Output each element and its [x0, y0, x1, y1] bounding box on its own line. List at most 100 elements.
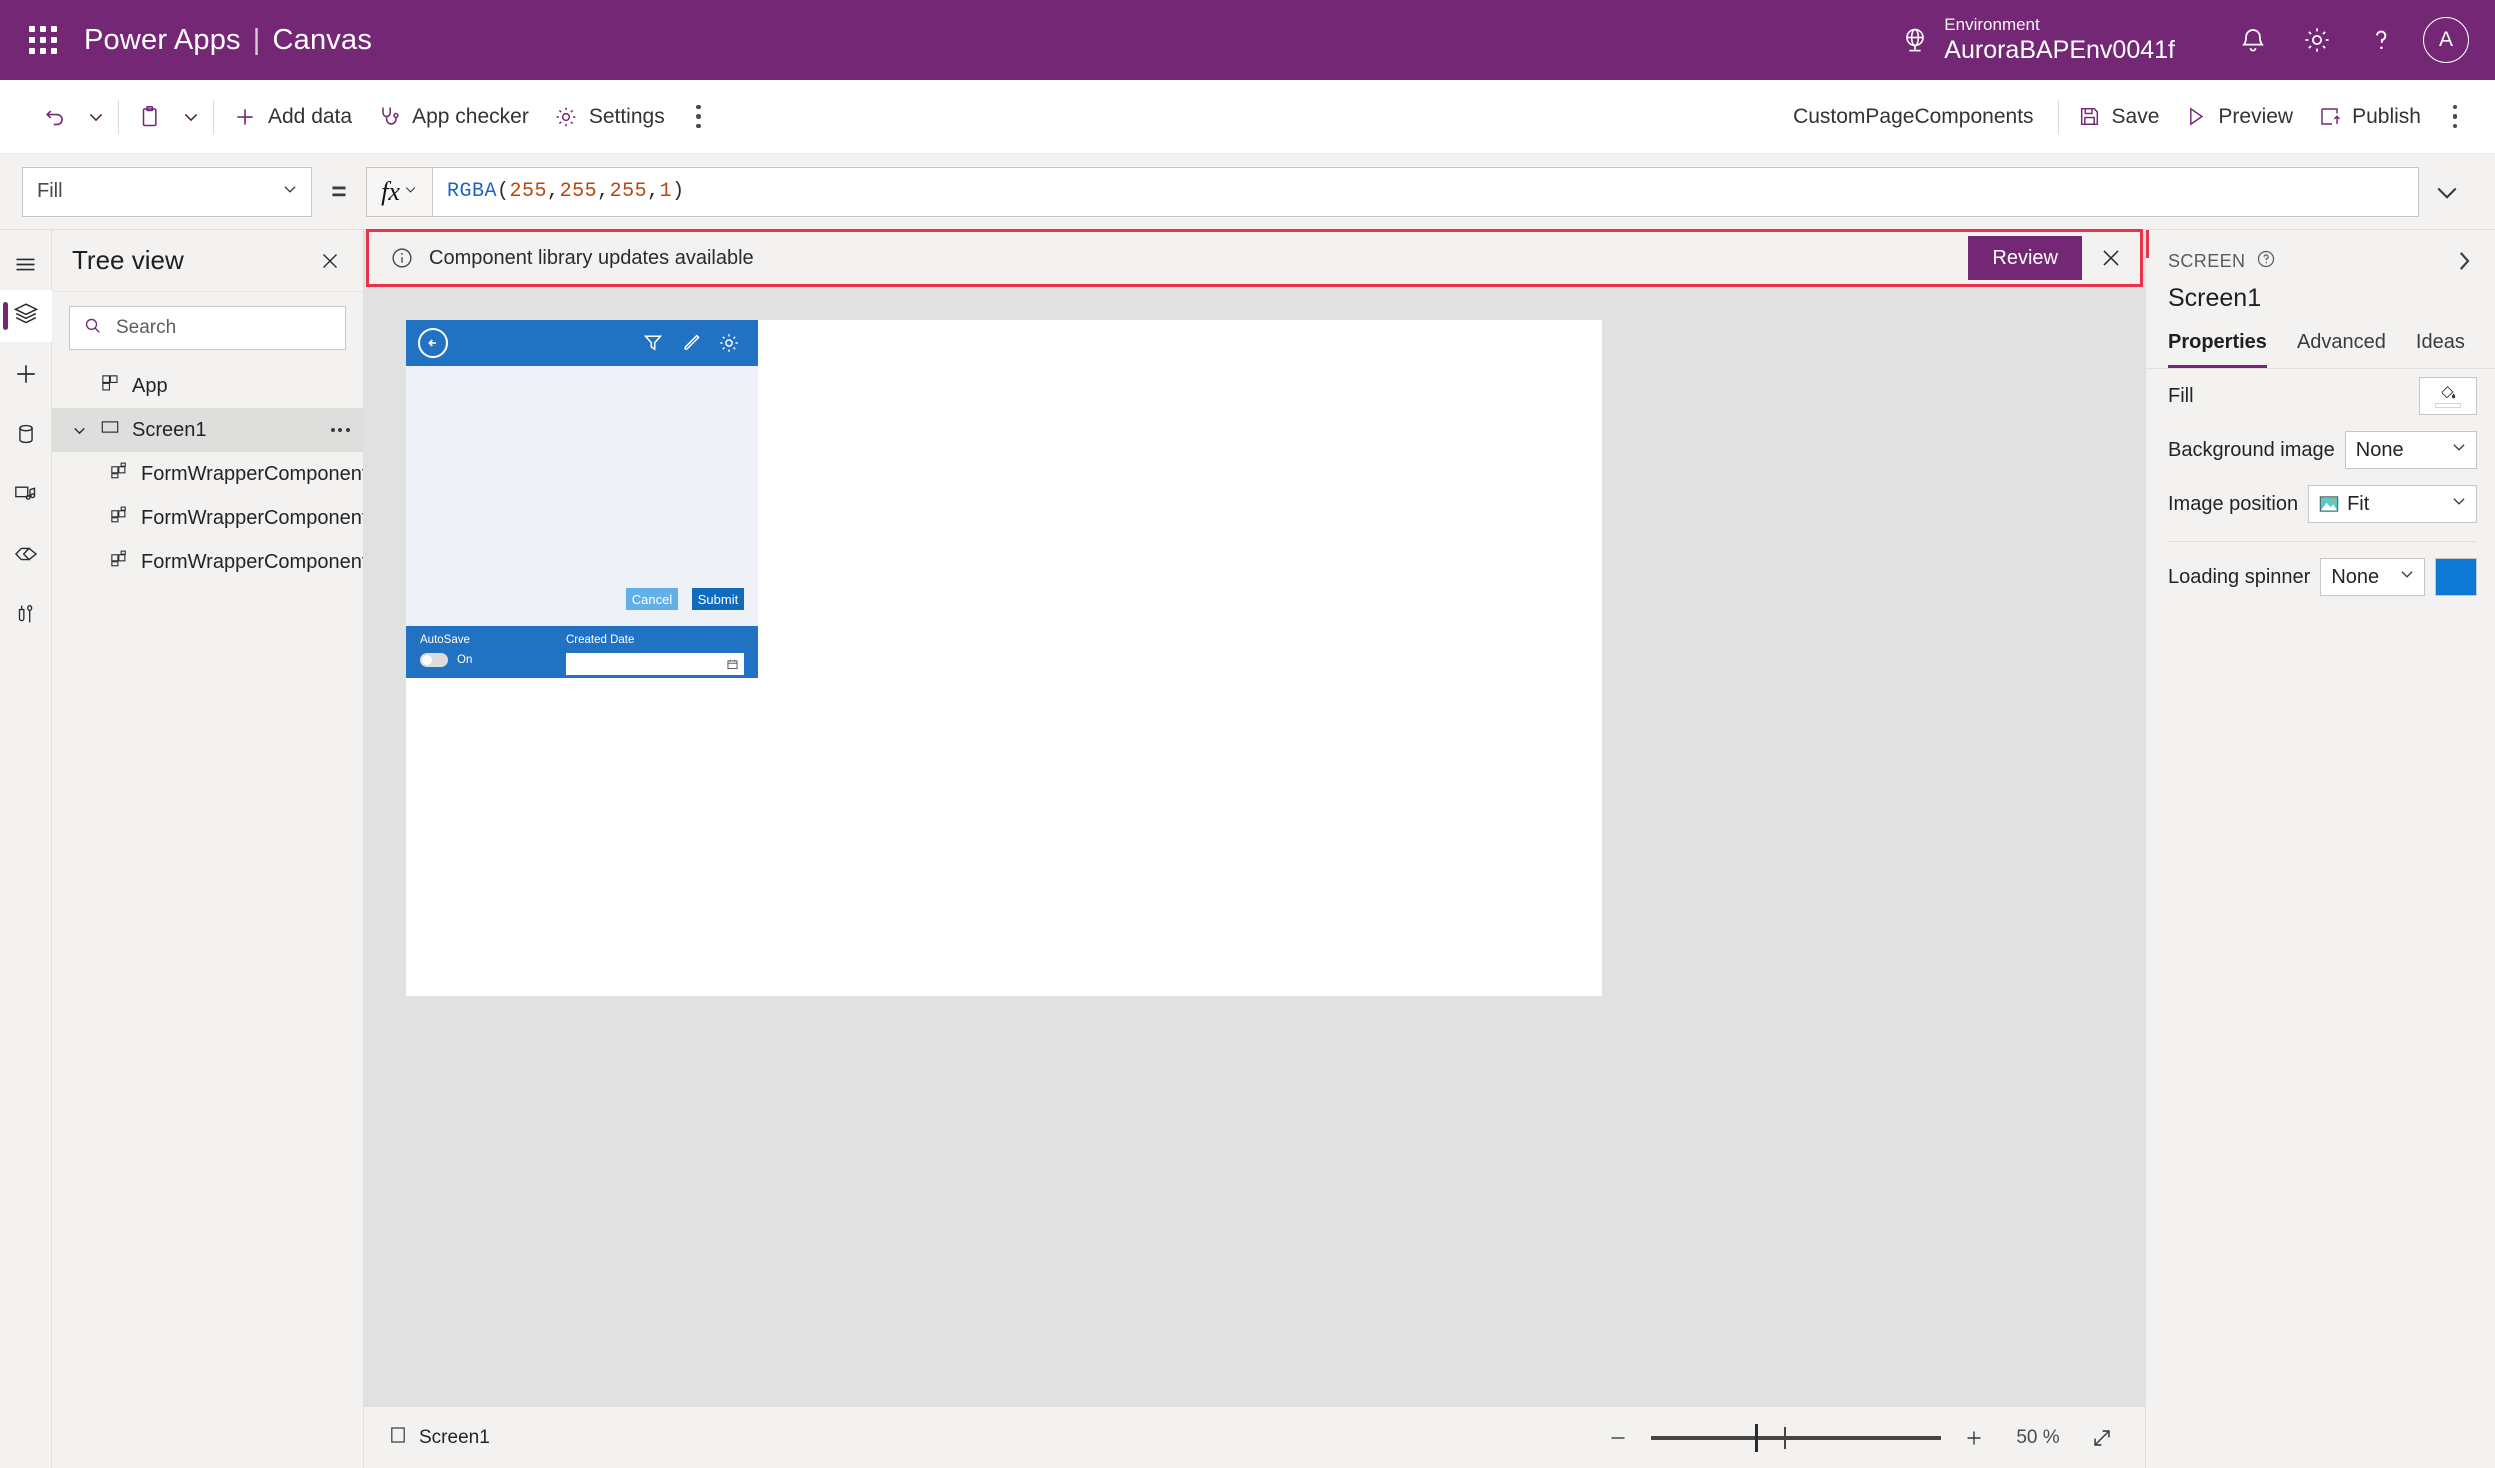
filter-icon[interactable] — [634, 324, 672, 362]
screen-preview[interactable]: Cancel Submit AutoSave On Created Date — [406, 320, 758, 678]
tab-advanced[interactable]: Advanced — [2297, 331, 2386, 368]
canvas-area: Component library updates available Revi… — [364, 229, 2145, 1468]
settings-gear-icon[interactable] — [710, 324, 748, 362]
tree-item-label: FormWrapperComponent_2 — [141, 506, 363, 529]
settings-button[interactable]: Settings — [541, 91, 677, 143]
hamburger-menu-icon[interactable] — [0, 238, 52, 290]
undo-button[interactable] — [30, 91, 80, 143]
formula-open-paren: ( — [497, 180, 510, 203]
add-data-button[interactable]: Add data — [220, 91, 364, 143]
publish-button[interactable]: Publish — [2305, 91, 2433, 143]
tree-item-formwrappercomponent-2[interactable]: FormWrapperComponent_2 — [52, 496, 363, 540]
autosave-toggle[interactable] — [420, 653, 448, 667]
back-arrow-circle-icon[interactable] — [418, 328, 448, 358]
tools-icon — [13, 601, 39, 632]
banner-close-icon[interactable] — [2082, 232, 2140, 284]
image-position-select[interactable]: Fit — [2308, 485, 2477, 523]
zoom-slider-handle[interactable] — [1755, 1423, 1759, 1452]
search-box[interactable] — [69, 306, 346, 350]
formula-arg-1: 255 — [509, 180, 548, 203]
review-button[interactable]: Review — [1968, 236, 2082, 280]
tree-list: App Screen1 FormWrapperComponen FormWrap… — [52, 360, 363, 1468]
tree-item-formwrappercomponent-3[interactable]: FormWrapperComponent_3 — [52, 540, 363, 584]
screen-icon — [99, 416, 121, 444]
fx-label: fx — [381, 176, 400, 206]
help-question-icon[interactable] — [2349, 8, 2413, 72]
app-canvas[interactable]: Cancel Submit AutoSave On Created Date — [406, 320, 1602, 996]
created-date-input[interactable] — [566, 653, 744, 675]
tree-item-label: FormWrapperComponent_1 — [141, 462, 363, 485]
formula-function-name: RGBA — [447, 180, 498, 203]
autosave-label: AutoSave — [420, 634, 470, 646]
formula-expand-button[interactable] — [2419, 167, 2475, 217]
pencil-edit-icon[interactable] — [672, 324, 710, 362]
rail-item-tools[interactable] — [0, 590, 52, 642]
help-circle-icon[interactable] — [2255, 248, 2277, 275]
tree-item-app[interactable]: App — [52, 364, 363, 408]
background-image-value: None — [2355, 438, 2404, 461]
rail-item-power-automate[interactable] — [0, 530, 52, 582]
tree-item-formwrappercomponent-1[interactable]: FormWrapperComponent_1 — [52, 452, 363, 496]
tree-view-layers-icon — [12, 300, 40, 333]
property-selector[interactable]: Fill — [22, 166, 312, 217]
plus-icon — [232, 104, 258, 130]
rail-item-insert[interactable] — [0, 350, 52, 402]
background-image-select[interactable]: None — [2344, 431, 2477, 469]
tab-ideas[interactable]: Ideas — [2416, 331, 2465, 368]
rail-item-tree-view[interactable] — [0, 290, 52, 342]
save-label: Save — [2111, 104, 2160, 128]
zoom-out-button[interactable] — [1601, 1421, 1635, 1455]
preview-button[interactable]: Preview — [2171, 91, 2305, 143]
tab-properties[interactable]: Properties — [2168, 331, 2267, 368]
submit-button[interactable]: Submit — [692, 588, 744, 610]
undo-dropdown[interactable] — [80, 107, 112, 127]
rail-item-media[interactable] — [0, 470, 52, 522]
brand-title[interactable]: Power Apps | Canvas — [84, 24, 372, 57]
cancel-button[interactable]: Cancel — [626, 588, 678, 610]
paste-dropdown[interactable] — [175, 107, 207, 127]
property-row-image-position: Image position Fit — [2168, 477, 2477, 531]
chevron-right-icon[interactable] — [2447, 244, 2481, 278]
avatar[interactable]: A — [2423, 17, 2469, 63]
app-launcher-icon[interactable] — [22, 19, 64, 61]
status-screen-item[interactable]: Screen1 — [388, 1425, 490, 1451]
tree-item-screen1[interactable]: Screen1 — [52, 408, 363, 452]
search-input[interactable] — [116, 317, 333, 339]
properties-panel: SCREEN Screen1 Properties Advanced Ideas — [2145, 230, 2495, 1468]
app-checker-button[interactable]: App checker — [364, 91, 541, 143]
environment-label: Environment — [1944, 14, 2040, 34]
environment-picker[interactable]: Environment AuroraBAPEnv0041f — [1900, 15, 2175, 65]
component-icon — [108, 504, 130, 532]
settings-gear-icon[interactable] — [2285, 8, 2349, 72]
close-icon[interactable] — [313, 244, 347, 278]
zoom-slider[interactable] — [1651, 1423, 1941, 1453]
tree-item-more-button[interactable] — [323, 428, 357, 432]
formula-input[interactable]: RGBA(255, 255, 255, 1) — [432, 166, 2419, 217]
fit-to-screen-icon[interactable] — [2085, 1421, 2119, 1455]
paste-button[interactable] — [125, 91, 175, 143]
chevron-down-icon[interactable] — [70, 422, 88, 439]
notification-bell-icon[interactable] — [2221, 8, 2285, 72]
app-icon — [99, 372, 121, 400]
zoom-in-button[interactable] — [1957, 1421, 1991, 1455]
formula-arg-4: 1 — [659, 180, 673, 203]
fill-color-button[interactable] — [2419, 377, 2477, 415]
command-overflow-button[interactable] — [677, 93, 721, 141]
fx-button[interactable]: fx — [366, 166, 432, 217]
brand-separator: | — [252, 23, 261, 56]
loading-spinner-color-swatch[interactable] — [2434, 558, 2477, 596]
screen-icon — [388, 1425, 408, 1451]
autosave-state: On — [457, 654, 473, 666]
form-body[interactable]: Cancel Submit — [406, 366, 758, 626]
save-button[interactable]: Save — [2065, 91, 2172, 143]
globe-icon — [1900, 25, 1930, 55]
divider — [213, 99, 214, 134]
loading-spinner-select[interactable]: None — [2320, 558, 2425, 596]
canvas-stage[interactable]: Cancel Submit AutoSave On Created Date — [364, 292, 2145, 1406]
app-checker-label: App checker — [412, 104, 529, 128]
formula-comma: , — [547, 180, 560, 203]
left-rail — [0, 230, 52, 1468]
environment-name: AuroraBAPEnv0041f — [1944, 36, 2175, 65]
right-overflow-button[interactable] — [2433, 93, 2477, 141]
rail-item-data[interactable] — [0, 410, 52, 462]
